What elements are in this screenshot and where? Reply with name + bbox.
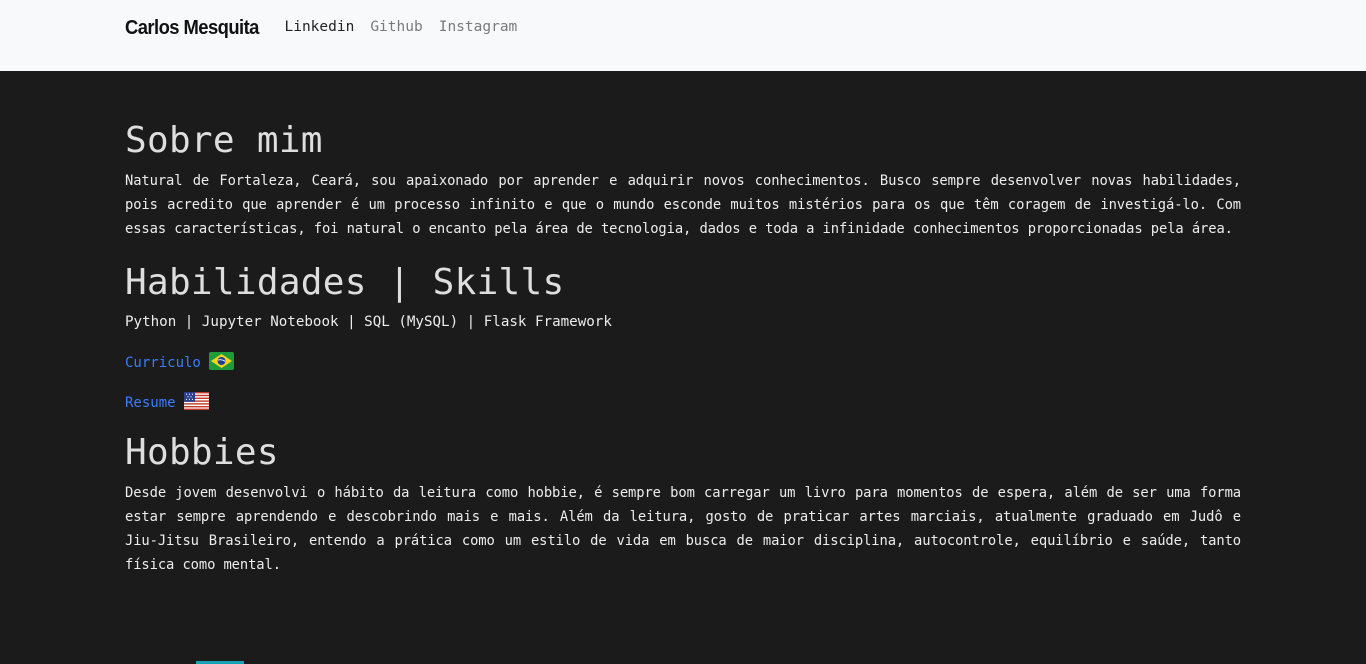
- curriculo-row: Curriculo: [125, 351, 1241, 375]
- brand-logo[interactable]: Carlos Mesquita: [125, 16, 259, 40]
- nav-link-linkedin[interactable]: Linkedin: [284, 16, 354, 38]
- skills-list: Python | Jupyter Notebook | SQL (MySQL) …: [125, 314, 612, 330]
- top-navbar: Carlos Mesquita Linkedin Github Instagra…: [0, 0, 1366, 71]
- about-text: Natural de Fortaleza, Ceará, sou apaixon…: [125, 173, 1241, 237]
- resume-link[interactable]: Resume: [125, 395, 176, 411]
- brazil-flag-icon: [208, 352, 234, 374]
- usa-flag-icon: [183, 392, 209, 414]
- resume-row: Resume: [125, 391, 1241, 415]
- about-title: Sobre mim: [125, 120, 323, 161]
- skills-title: Habilidades | Skills: [125, 262, 565, 303]
- hobbies-text: Desde jovem desenvolvi o hábito da leitu…: [125, 485, 1241, 573]
- nav-link-github[interactable]: Github: [370, 16, 422, 38]
- skills-section: Habilidades | Skills Python | Jupyter No…: [125, 261, 1241, 415]
- curriculo-link[interactable]: Curriculo: [125, 355, 201, 371]
- about-section: Sobre mim Natural de Fortaleza, Ceará, s…: [125, 119, 1241, 241]
- main-content: Sobre mim Natural de Fortaleza, Ceará, s…: [0, 71, 1366, 577]
- hobbies-section: Hobbies Desde jovem desenvolvi o hábito …: [125, 431, 1241, 577]
- hobbies-title: Hobbies: [125, 432, 279, 473]
- nav-link-instagram[interactable]: Instagram: [439, 16, 518, 38]
